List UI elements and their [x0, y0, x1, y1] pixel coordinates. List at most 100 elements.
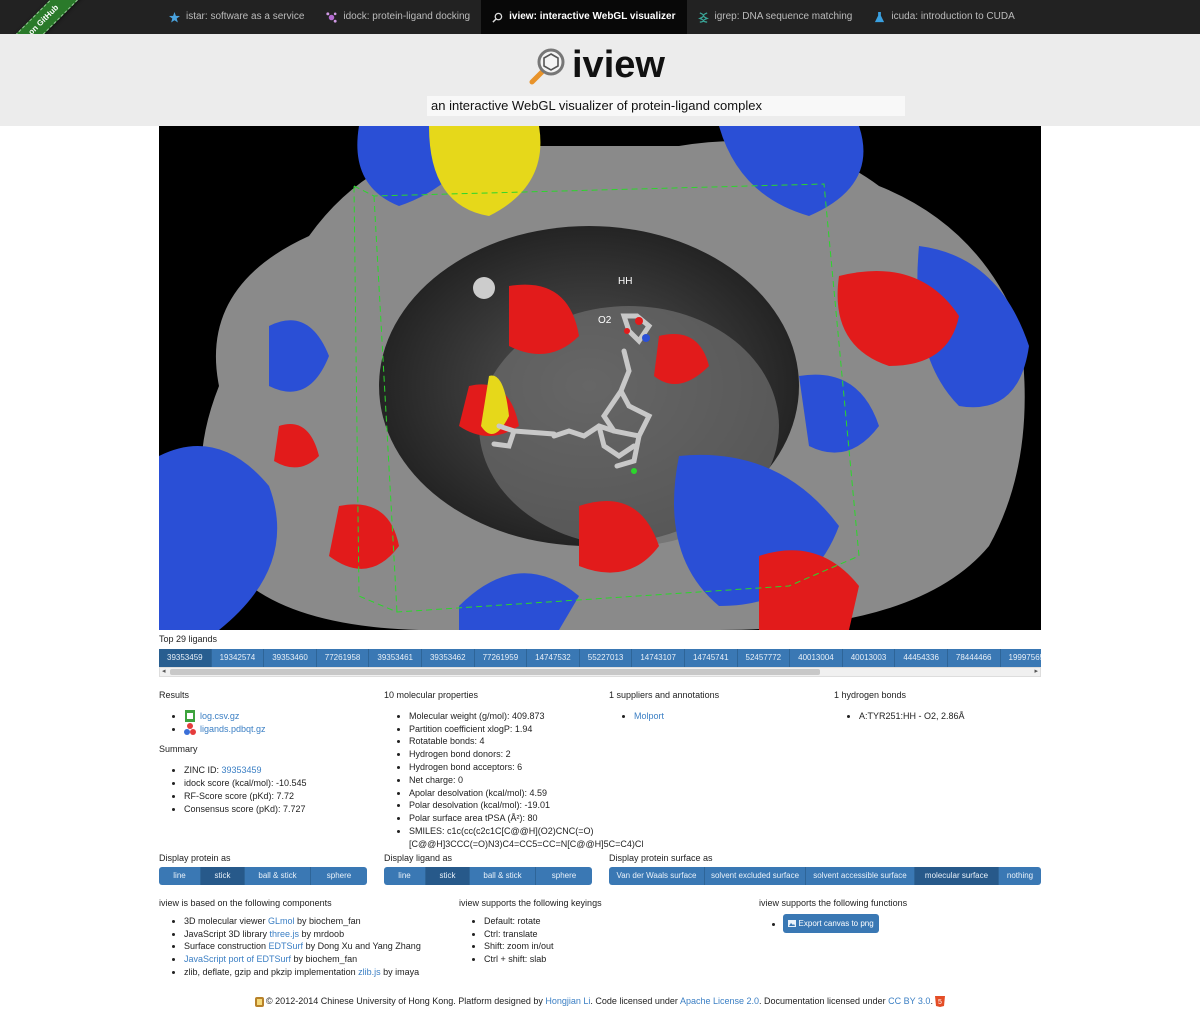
ligand-line-button[interactable]: line: [384, 867, 426, 885]
flask-icon: [875, 11, 885, 22]
properties-section: 10 molecular properties Molecular weight…: [384, 689, 643, 851]
component-link[interactable]: three.js: [270, 929, 300, 939]
keyings-section: iview supports the following keyings Def…: [459, 897, 719, 966]
ligand-button[interactable]: 14743107: [632, 649, 685, 667]
keyings-list: Default: rotate Ctrl: translate Shift: z…: [459, 915, 719, 966]
component-text: zlib, deflate, gzip and pkzip implementa…: [184, 966, 359, 977]
list-item: Ctrl: translate: [484, 928, 719, 941]
scroll-thumb[interactable]: [170, 669, 820, 675]
ligand-button[interactable]: 19342574: [212, 649, 265, 667]
component-text: 3D molecular viewer: [184, 915, 269, 926]
ligand-button[interactable]: 52457772: [738, 649, 791, 667]
component-author: by biochem_fan: [291, 954, 358, 965]
list-item: Molecular weight (g/mol): 409.873: [409, 710, 609, 723]
export-png-button[interactable]: Export canvas to png: [783, 914, 879, 933]
ligand-button[interactable]: 77261959: [475, 649, 528, 667]
ligand-button-bar: 39353459 19342574 39353460 77261958 39353461…: [159, 649, 1041, 667]
components-title: iview is based on the following componen…: [159, 898, 332, 908]
zinc-id-link[interactable]: 39353459: [222, 765, 262, 775]
html5-icon: 5: [935, 996, 946, 1008]
ligand-button[interactable]: 39353459: [159, 649, 212, 667]
page-subtitle: an interactive WebGL visualizer of prote…: [427, 96, 905, 116]
keyings-title: iview supports the following keyings: [459, 898, 602, 908]
nav-item-icuda[interactable]: icuda: introduction to CUDA: [863, 0, 1025, 34]
components-list: 3D molecular viewer GLmol by biochem_fan…: [159, 915, 459, 979]
zinc-label: ZINC ID:: [184, 765, 222, 776]
component-link[interactable]: GLmol: [268, 916, 295, 926]
components-section: iview is based on the following componen…: [159, 897, 459, 979]
suppliers-title: 1 suppliers and annotations: [609, 690, 720, 700]
component-link[interactable]: JavaScript port of EDTSurf: [184, 954, 291, 964]
ligand-button[interactable]: 14745741: [685, 649, 738, 667]
webgl-canvas[interactable]: HH O2: [159, 126, 1041, 630]
ligand-button[interactable]: 40013004: [790, 649, 843, 667]
surface-accessible-button[interactable]: solvent accessible surface: [806, 867, 915, 885]
ligand-button[interactable]: 19997565: [1001, 649, 1042, 667]
pdbqt-file-icon: [184, 723, 196, 736]
magnifier-icon: [492, 12, 503, 23]
list-item: log.csv.gz: [184, 710, 369, 723]
protein-line-button[interactable]: line: [159, 867, 201, 885]
component-link[interactable]: zlib.js: [358, 967, 381, 977]
list-item: JavaScript 3D library three.js by mrdoob: [184, 928, 459, 941]
ligand-sphere-button[interactable]: sphere: [536, 867, 592, 885]
dna-icon: [697, 11, 709, 23]
list-item: Net charge: 0: [409, 774, 609, 787]
footer-text-4: .: [930, 996, 933, 1006]
surface-excluded-button[interactable]: solvent excluded surface: [705, 867, 806, 885]
surface-molecular-button[interactable]: molecular surface: [915, 867, 999, 885]
summary-title: Summary: [159, 744, 198, 755]
author-link[interactable]: Hongjian Li: [545, 996, 590, 1006]
list-item: Consensus score (pKd): 7.727: [184, 803, 369, 816]
ligand-button[interactable]: 77261958: [317, 649, 370, 667]
summary-list: ZINC ID: 39353459 idock score (kcal/mol)…: [159, 764, 369, 815]
ligand-ballstick-button[interactable]: ball & stick: [470, 867, 536, 885]
list-item: Surface construction EDTSurf by Dong Xu …: [184, 940, 459, 953]
list-item: ligands.pdbqt.gz: [184, 723, 369, 736]
ligands-pdbqt-link[interactable]: ligands.pdbqt.gz: [200, 724, 266, 734]
component-text: JavaScript 3D library: [184, 928, 270, 939]
logo: iview: [528, 44, 665, 87]
ligand-button[interactable]: 44454336: [895, 649, 948, 667]
scroll-left-arrow[interactable]: ◂: [162, 668, 166, 676]
ligand-stick-button[interactable]: stick: [426, 867, 470, 885]
nav-label: idock: protein-ligand docking: [343, 11, 471, 22]
ligand-button[interactable]: 39353461: [369, 649, 422, 667]
ccby-license-link[interactable]: CC BY 3.0: [888, 996, 930, 1006]
list-item: Rotatable bonds: 4: [409, 735, 609, 748]
surface-nothing-button[interactable]: nothing: [999, 867, 1041, 885]
list-item: zlib, deflate, gzip and pkzip implementa…: [184, 966, 459, 979]
nav-item-iview[interactable]: iview: interactive WebGL visualizer: [481, 0, 687, 34]
ligand-button[interactable]: 40013003: [843, 649, 896, 667]
component-text: Surface construction: [184, 941, 269, 952]
protein-sphere-button[interactable]: sphere: [311, 867, 367, 885]
footer: © 2012-2014 Chinese University of Hong K…: [0, 996, 1200, 1008]
cuhk-logo-icon: [254, 996, 264, 1007]
list-item: 3D molecular viewer GLmol by biochem_fan: [184, 915, 459, 928]
nav-item-idock[interactable]: idock: protein-ligand docking: [315, 0, 481, 34]
ligand-button[interactable]: 14747532: [527, 649, 580, 667]
ligand-button[interactable]: 55227013: [580, 649, 633, 667]
display-protein-group: line stick ball & stick sphere: [159, 867, 367, 885]
hbonds-section: 1 hydrogen bonds A:TYR251:HH - O2, 2.86Å: [834, 689, 1041, 723]
apache-license-link[interactable]: Apache License 2.0: [680, 996, 759, 1006]
protein-ballstick-button[interactable]: ball & stick: [245, 867, 311, 885]
list-item: SMILES: c1c(cc(c2c1C[C@@H](O2)CNC(=O)[C@…: [409, 825, 643, 851]
molport-link[interactable]: Molport: [634, 711, 664, 721]
ligand-button[interactable]: 39353460: [264, 649, 317, 667]
ligand-button[interactable]: 39353462: [422, 649, 475, 667]
footer-text-1: © 2012-2014 Chinese University of Hong K…: [266, 996, 546, 1006]
ligand-button[interactable]: 78444466: [948, 649, 1001, 667]
atom-label-hh: HH: [618, 276, 632, 287]
protein-stick-button[interactable]: stick: [201, 867, 245, 885]
ligand-scrollbar[interactable]: ◂ ▸: [159, 667, 1041, 677]
nav-item-igrep[interactable]: igrep: DNA sequence matching: [687, 0, 864, 34]
surface-vdw-button[interactable]: Van der Waals surface: [609, 867, 705, 885]
component-link[interactable]: EDTSurf: [269, 941, 304, 951]
list-item: A:TYR251:HH - O2, 2.86Å: [859, 710, 1041, 723]
log-csv-link[interactable]: log.csv.gz: [200, 711, 239, 721]
scroll-right-arrow[interactable]: ▸: [1034, 668, 1038, 676]
nav-item-istar[interactable]: istar: software as a service: [158, 0, 315, 34]
footer-text-2: . Code licensed under: [590, 996, 680, 1006]
ligands-title: Top 29 ligands: [159, 634, 218, 644]
